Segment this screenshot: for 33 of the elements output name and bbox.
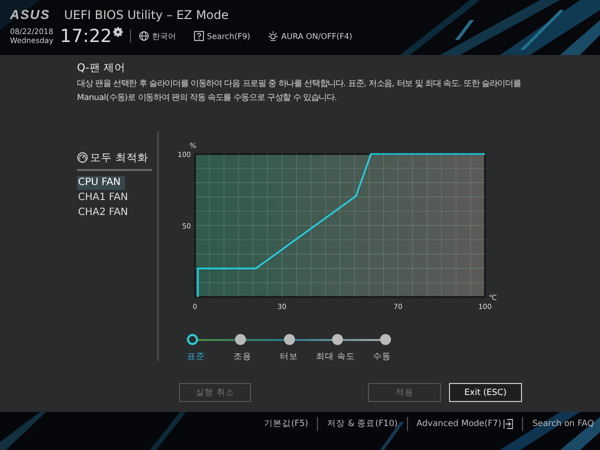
profile-label[interactable]: 터보 xyxy=(266,351,312,363)
slider-stop[interactable] xyxy=(187,334,198,345)
footer-link[interactable]: 기본값(F5) xyxy=(264,418,308,430)
exit-icon[interactable] xyxy=(503,419,514,429)
globe-icon[interactable] xyxy=(138,31,149,41)
settings-icon[interactable] xyxy=(112,27,123,37)
description-text: 대상 팬을 선택한 후 슬라이더를 이동하여 다음 프로필 중 하나를 선택합니다. 표준, 저소음, 터보 및 최대 속도. 또한 슬라이더를 Manual(수동)로 이동하여 팬의 작동 속도를 수동으로 구성할 수 있습니다. xyxy=(77,77,522,104)
slider-stop[interactable] xyxy=(332,334,343,345)
fan-list-item[interactable]: CPU FAN xyxy=(77,176,125,190)
exit-button[interactable]: Exit (ESC) xyxy=(449,383,522,402)
help-icon[interactable] xyxy=(194,31,204,41)
footer-link[interactable]: 저장 & 종료(F10) xyxy=(327,418,398,430)
clock-time: 17:22 xyxy=(60,26,112,46)
fan-list-item[interactable]: CHA2 FAN xyxy=(77,206,125,220)
profile-label[interactable]: 조용 xyxy=(219,351,266,363)
gauge-icon xyxy=(77,152,88,163)
window-title: UEFI BIOS Utility – EZ Mode xyxy=(64,8,229,22)
footer-link[interactable]: Search on FAQ xyxy=(532,419,594,429)
search-button[interactable]: Search(F9) xyxy=(206,32,250,40)
panel-title: Q-팬 제어 xyxy=(77,61,127,75)
slider-stop[interactable] xyxy=(235,334,246,345)
slider-stop[interactable] xyxy=(380,334,391,345)
aura-toggle-button[interactable]: AURA ON/OFF(F4) xyxy=(281,32,352,40)
language-button[interactable]: 한국어 xyxy=(152,30,176,42)
footer-link[interactable]: Advanced Mode(F7) xyxy=(416,419,502,429)
fan-list-item[interactable]: CHA1 FAN xyxy=(77,191,125,205)
profile-label[interactable]: 수동 xyxy=(358,351,406,363)
profile-label[interactable]: 최대 속도 xyxy=(312,351,359,363)
light-bulb-icon[interactable] xyxy=(268,31,278,41)
slider-stop[interactable] xyxy=(284,334,294,345)
profile-label[interactable]: 표준 xyxy=(173,351,220,363)
logo: ASUS xyxy=(10,7,50,22)
optimize-all-button[interactable]: 모두 최적화 xyxy=(90,150,148,164)
